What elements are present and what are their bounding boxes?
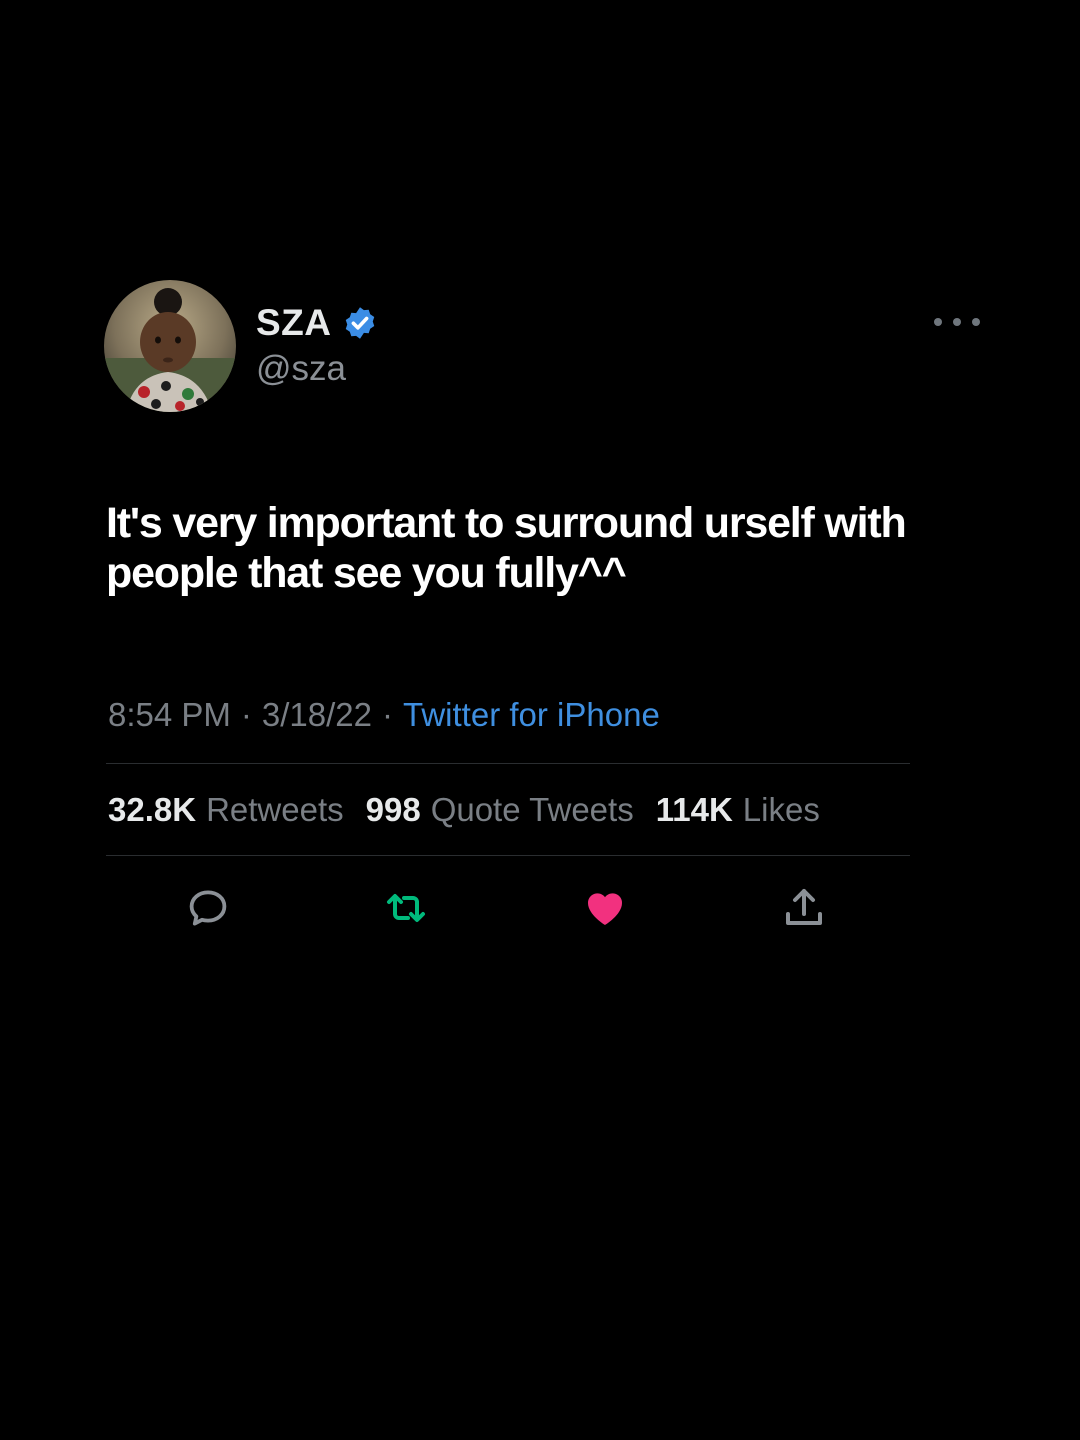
likes-count: 114K [655,791,733,828]
quote-tweets-label: Quote Tweets [430,791,634,828]
retweet-button[interactable] [378,880,434,936]
retweet-icon [387,894,425,922]
avatar[interactable] [104,280,236,412]
more-dot-icon [972,318,980,326]
quote-tweets-count: 998 [365,791,421,828]
meta-separator: · [240,696,252,733]
divider [106,855,910,856]
heart-icon [587,893,623,925]
share-icon [786,889,822,925]
verified-badge-icon [345,307,374,339]
tweet-card: SZA @sza It's very important to surround… [0,0,1080,1440]
tweet-stats: 32.8K Retweets 998 Quote Tweets 114K Lik… [108,788,842,832]
avatar-photo [104,280,236,412]
author-name-row: SZA [256,298,378,348]
retweets-label: Retweets [206,791,344,828]
likes-stat[interactable]: 114K Likes [656,791,820,829]
more-options-button[interactable] [934,310,980,334]
more-dot-icon [953,318,961,326]
reply-button[interactable] [180,880,236,936]
tweet-date[interactable]: 3/18/22 [262,696,372,734]
tweet-meta: 8:54 PM · 3/18/22 · Twitter for iPhone [108,693,660,737]
tweet-source-link[interactable]: Twitter for iPhone [403,696,660,734]
meta-separator: · [382,696,394,733]
author-display-name[interactable]: SZA [256,302,332,344]
retweets-count: 32.8K [108,791,197,828]
tweet-time[interactable]: 8:54 PM [108,696,231,734]
more-dot-icon [934,318,942,326]
likes-label: Likes [742,791,820,828]
tweet-text: It's very important to surround urself w… [106,499,907,597]
reply-icon [189,890,227,926]
like-button[interactable] [577,880,633,936]
author-handle[interactable]: @sza [256,349,346,389]
quote-tweets-stat[interactable]: 998 Quote Tweets [366,791,634,829]
tweet-actions [0,880,1080,936]
retweets-stat[interactable]: 32.8K Retweets [108,791,344,829]
divider [106,763,910,764]
share-button[interactable] [776,880,832,936]
